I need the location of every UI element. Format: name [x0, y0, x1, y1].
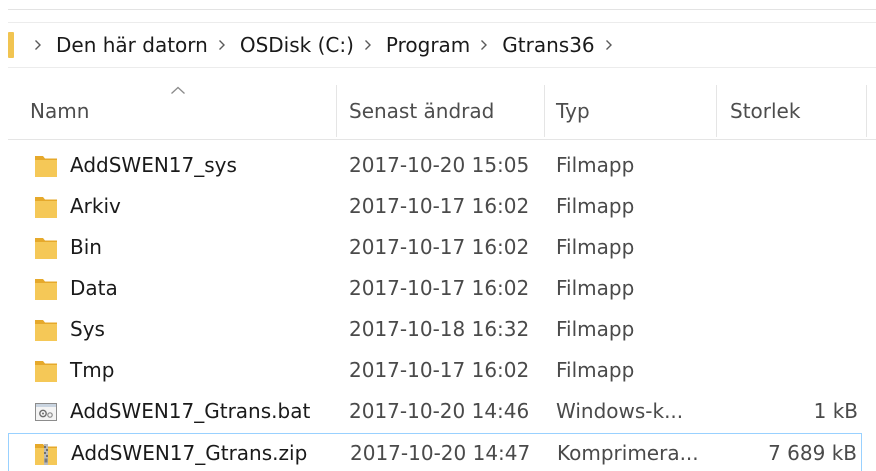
folder-icon [35, 156, 57, 177]
list-item[interactable]: Bin 2017-10-17 16:02 Filmapp [8, 227, 876, 268]
file-modified: 2017-10-20 14:47 [350, 441, 531, 465]
file-type: Windows-k... [556, 399, 684, 423]
column-divider[interactable] [544, 85, 545, 137]
list-item[interactable]: Data 2017-10-17 16:02 Filmapp [8, 268, 876, 309]
column-header-modified[interactable]: Senast ändrad [349, 83, 494, 139]
file-type: Filmapp [556, 276, 635, 300]
chevron-right-icon[interactable] [214, 23, 230, 67]
file-modified: 2017-10-17 16:02 [349, 276, 530, 300]
column-header-name[interactable]: Namn [30, 83, 89, 139]
file-name: Arkiv [70, 194, 121, 218]
breadcrumb-item-osdisk[interactable]: OSDisk (C:) [238, 23, 356, 67]
chevron-right-icon[interactable] [476, 23, 492, 67]
column-header-type[interactable]: Typ [556, 83, 590, 139]
file-size: 1 kB [813, 399, 858, 423]
file-name: Sys [70, 317, 105, 341]
list-item[interactable]: AddSWEN17_sys 2017-10-20 15:05 Filmapp [8, 145, 876, 186]
file-modified: 2017-10-18 16:32 [349, 317, 530, 341]
breadcrumb-item-program[interactable]: Program [384, 23, 472, 67]
list-item[interactable]: Sys 2017-10-18 16:32 Filmapp [8, 309, 876, 350]
address-bar[interactable]: Den här datorn OSDisk (C:) Program Gtran… [8, 22, 876, 68]
file-type: Filmapp [556, 235, 635, 259]
zip-file-icon [35, 444, 57, 465]
column-header-size[interactable]: Storlek [730, 83, 800, 139]
file-size: 7 689 kB [768, 441, 857, 465]
breadcrumb-item-this-pc[interactable]: Den här datorn [54, 23, 210, 67]
folder-icon [35, 197, 57, 218]
breadcrumb-item-gtrans36[interactable]: Gtrans36 [500, 23, 596, 67]
file-type: Filmapp [556, 317, 635, 341]
file-name: Tmp [70, 358, 115, 382]
column-divider[interactable] [716, 85, 717, 137]
file-name: AddSWEN17_Gtrans.zip [71, 441, 308, 465]
file-explorer-window: Den här datorn OSDisk (C:) Program Gtran… [0, 0, 876, 471]
folder-icon [35, 279, 57, 300]
file-modified: 2017-10-17 16:02 [349, 235, 530, 259]
column-divider[interactable] [336, 85, 337, 137]
file-type: Filmapp [556, 153, 635, 177]
toolbar-divider [8, 9, 876, 10]
breadcrumb: Den här datorn OSDisk (C:) Program Gtran… [30, 23, 625, 67]
sort-ascending-icon [171, 86, 185, 94]
column-headers: Namn Senast ändrad Typ Storlek [8, 83, 876, 140]
file-name: Data [70, 276, 118, 300]
chevron-right-icon[interactable] [601, 23, 617, 67]
chevron-right-icon[interactable] [360, 23, 376, 67]
file-type: Filmapp [556, 194, 635, 218]
file-name: AddSWEN17_Gtrans.bat [70, 399, 311, 423]
file-modified: 2017-10-20 14:46 [349, 399, 530, 423]
list-item[interactable]: Arkiv 2017-10-17 16:02 Filmapp [8, 186, 876, 227]
file-type: Komprimera... [557, 441, 699, 465]
column-divider[interactable] [866, 85, 867, 137]
folder-icon [35, 361, 57, 382]
folder-icon [35, 238, 57, 259]
list-item[interactable]: Tmp 2017-10-17 16:02 Filmapp [8, 350, 876, 391]
chevron-right-icon[interactable] [30, 23, 46, 67]
file-modified: 2017-10-17 16:02 [349, 358, 530, 382]
file-modified: 2017-10-20 15:05 [349, 153, 530, 177]
file-type: Filmapp [556, 358, 635, 382]
list-item[interactable]: AddSWEN17_Gtrans.zip 2017-10-20 14:47 Ko… [8, 433, 862, 471]
file-list: AddSWEN17_sys 2017-10-20 15:05 Filmapp A… [8, 145, 876, 471]
folder-icon [35, 320, 57, 341]
file-name: AddSWEN17_sys [70, 153, 237, 177]
batch-file-icon [35, 403, 57, 421]
file-name: Bin [70, 235, 102, 259]
address-folder-icon [8, 32, 14, 58]
file-modified: 2017-10-17 16:02 [349, 194, 530, 218]
list-item[interactable]: AddSWEN17_Gtrans.bat 2017-10-20 14:46 Wi… [8, 391, 876, 432]
